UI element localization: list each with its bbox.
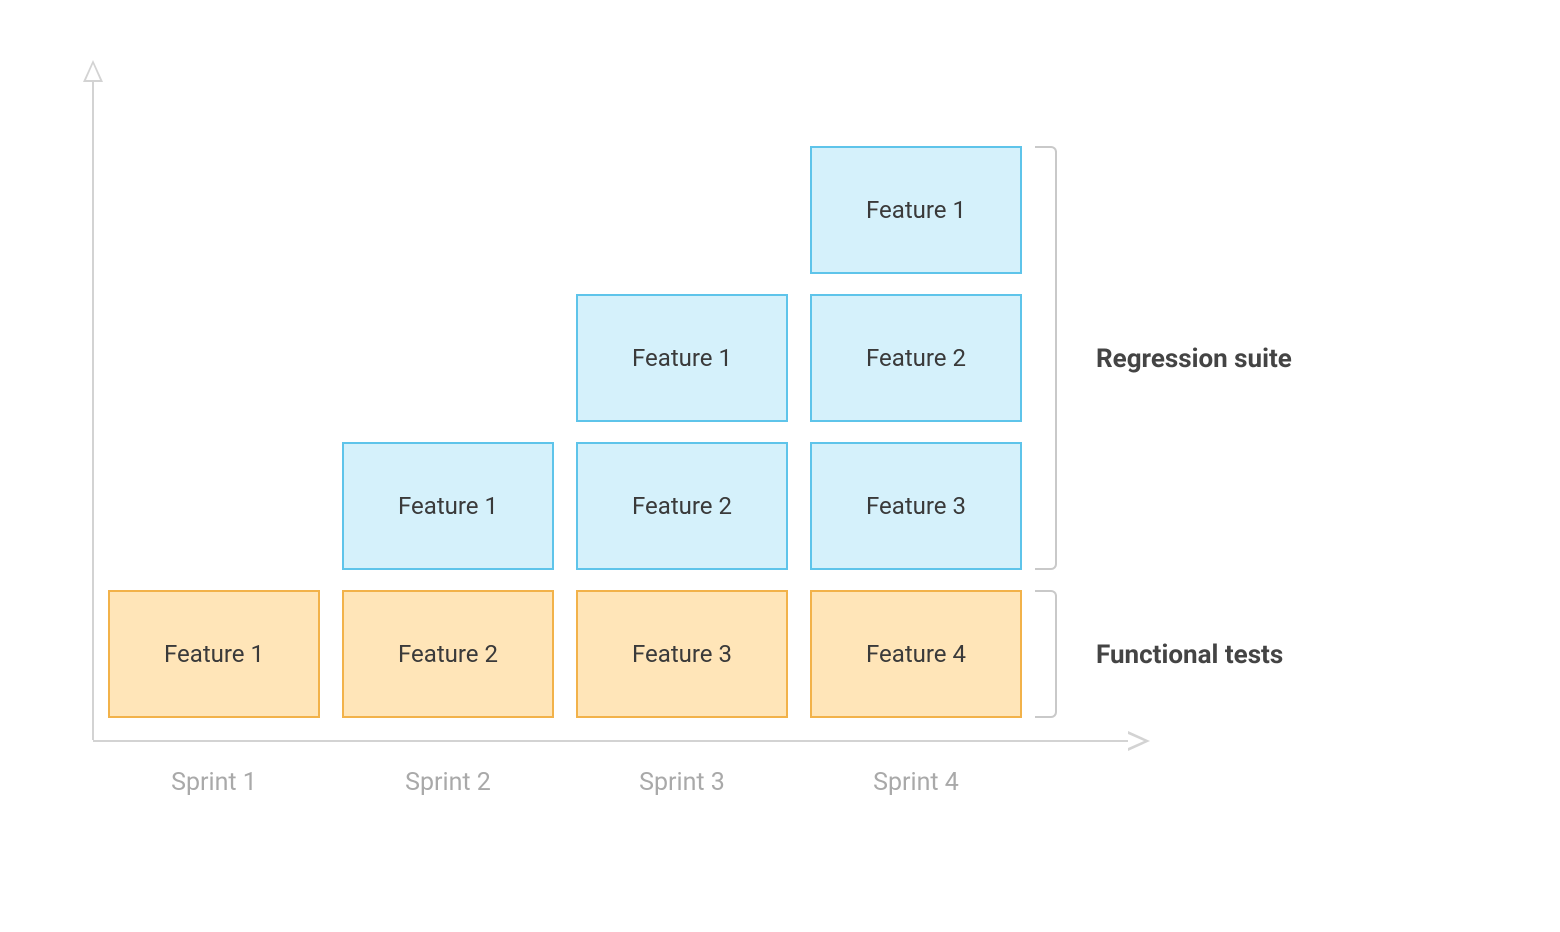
regression-box-sprint3-f1: Feature 1 xyxy=(576,294,788,422)
y-axis-arrow-icon xyxy=(83,60,103,82)
bracket-functional xyxy=(1035,590,1057,718)
x-tick-sprint1: Sprint 1 xyxy=(108,768,320,797)
bracket-regression xyxy=(1035,146,1057,570)
label-functional-tests: Functional tests xyxy=(1096,640,1283,670)
x-tick-sprint2: Sprint 2 xyxy=(342,768,554,797)
regression-box-sprint4-f3: Feature 3 xyxy=(810,442,1022,570)
x-axis xyxy=(90,738,1150,744)
functional-box-sprint3: Feature 3 xyxy=(576,590,788,718)
y-axis xyxy=(90,60,96,740)
functional-box-sprint1: Feature 1 xyxy=(108,590,320,718)
x-axis-line xyxy=(93,740,1131,742)
x-axis-arrow-icon xyxy=(1128,731,1150,751)
x-tick-sprint3: Sprint 3 xyxy=(576,768,788,797)
x-tick-sprint4: Sprint 4 xyxy=(810,768,1022,797)
label-regression-suite: Regression suite xyxy=(1096,344,1292,374)
regression-box-sprint2-f1: Feature 1 xyxy=(342,442,554,570)
sprint-regression-diagram: Feature 1 Feature 2 Feature 3 Feature 4 … xyxy=(90,60,1470,860)
y-axis-line xyxy=(92,78,94,740)
regression-box-sprint4-f2: Feature 2 xyxy=(810,294,1022,422)
functional-box-sprint4: Feature 4 xyxy=(810,590,1022,718)
regression-box-sprint4-f1: Feature 1 xyxy=(810,146,1022,274)
regression-box-sprint3-f2: Feature 2 xyxy=(576,442,788,570)
functional-box-sprint2: Feature 2 xyxy=(342,590,554,718)
